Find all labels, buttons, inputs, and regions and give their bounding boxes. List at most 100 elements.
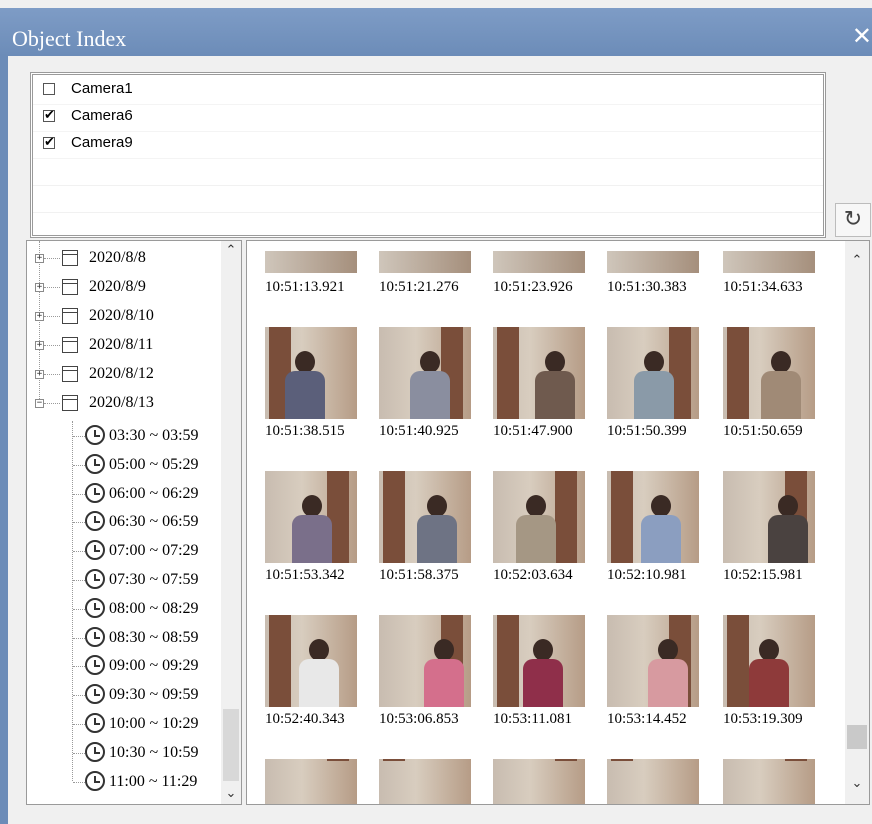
tree-date-node[interactable]: +2020/8/10 — [27, 303, 217, 331]
camera-row[interactable]: ✔ Camera9 — [33, 131, 823, 159]
thumbnail-image[interactable] — [493, 615, 585, 707]
expand-icon[interactable]: + — [35, 341, 44, 350]
person-head — [302, 495, 322, 517]
tree-time-node[interactable]: 06:00 ~ 06:29 — [27, 481, 217, 509]
tree-date-node[interactable]: +2020/8/8 — [27, 245, 217, 273]
tree-time-node[interactable]: 09:00 ~ 09:29 — [27, 653, 217, 681]
expand-icon[interactable]: + — [35, 254, 44, 263]
tree-time-node[interactable]: 07:00 ~ 07:29 — [27, 538, 217, 566]
person-body — [641, 515, 681, 563]
thumbnail-image[interactable] — [265, 471, 357, 563]
thumbnail-timestamp: 10:52:15.981 — [723, 567, 803, 583]
thumbnail-image[interactable] — [493, 471, 585, 563]
tree-time-node[interactable]: 07:30 ~ 07:59 — [27, 567, 217, 595]
date-time-tree[interactable]: ⌃ ⌄ +2020/8/8 +2020/8/9 +2020/8/10 +2020/8/… — [26, 240, 242, 805]
thumbnail-image[interactable] — [265, 615, 357, 707]
grid-scrollbar[interactable]: ⌃ ⌄ — [845, 241, 869, 804]
tree-time-label: 09:00 ~ 09:29 — [109, 657, 199, 675]
person-head — [295, 351, 315, 373]
window-title: Object Index — [12, 26, 127, 51]
tree-time-node[interactable]: 09:30 ~ 09:59 — [27, 682, 217, 710]
thumbnail-image[interactable] — [723, 761, 815, 804]
scroll-up-icon[interactable]: ⌃ — [845, 249, 869, 273]
thumbnail-timestamp: 10:53:19.309 — [723, 711, 803, 727]
tree-time-label: 08:00 ~ 08:29 — [109, 599, 199, 617]
thumbnail-image[interactable] — [493, 327, 585, 419]
tree-connector — [44, 403, 60, 404]
thumbnail-image[interactable] — [379, 251, 471, 273]
tree-time-node[interactable]: 08:30 ~ 08:59 — [27, 625, 217, 653]
thumbnail-grid[interactable]: ⌃ ⌄ 10:51:13.921 10:51:21.276 10:51:23.926… — [246, 240, 870, 805]
refresh-button[interactable]: ↻ — [835, 203, 871, 237]
thumbnail-image[interactable] — [607, 327, 699, 419]
grid-scroll-thumb[interactable] — [847, 725, 867, 749]
person-head — [651, 495, 671, 517]
expand-icon[interactable]: + — [35, 283, 44, 292]
thumbnail-image[interactable] — [379, 615, 471, 707]
thumbnail-image[interactable] — [607, 251, 699, 273]
person-body — [410, 371, 450, 419]
tree-date-node[interactable]: +2020/8/12 — [27, 361, 217, 389]
person-head — [420, 351, 440, 373]
tree-time-node[interactable]: 05:00 ~ 05:29 — [27, 452, 217, 480]
thumbnail-timestamp: 10:52:40.343 — [265, 711, 345, 727]
thumbnail-person — [521, 639, 565, 707]
tree-date-node[interactable]: +2020/8/9 — [27, 274, 217, 302]
tree-connector — [44, 316, 60, 317]
thumbnail-image[interactable] — [379, 471, 471, 563]
tree-scrollbar[interactable]: ⌃ ⌄ — [221, 241, 241, 804]
thumbnail-image[interactable] — [723, 615, 815, 707]
tree-scroll-thumb[interactable] — [223, 709, 239, 781]
tree-connector — [73, 464, 85, 466]
thumbnail-image[interactable] — [607, 615, 699, 707]
camera-row[interactable]: Camera1 — [33, 77, 823, 105]
tree-time-label: 10:30 ~ 10:59 — [109, 743, 199, 761]
expand-icon[interactable]: + — [35, 312, 44, 321]
scroll-down-icon[interactable]: ⌄ — [221, 784, 241, 804]
tree-connector — [73, 752, 85, 754]
thumbnail-image[interactable] — [379, 327, 471, 419]
scroll-up-icon[interactable]: ⌃ — [221, 241, 241, 261]
thumbnail-background — [607, 761, 699, 804]
camera-checkbox[interactable]: ✔ — [43, 136, 55, 149]
thumbnail-image[interactable] — [493, 251, 585, 273]
camera-list[interactable]: Camera1 ✔ Camera6 ✔ Camera9 — [30, 72, 826, 238]
thumbnail-image[interactable] — [607, 761, 699, 804]
camera-checkbox[interactable] — [43, 83, 55, 95]
tree-time-node[interactable]: 11:00 ~ 11:29 — [27, 769, 217, 797]
tree-date-node[interactable]: +2020/8/11 — [27, 332, 217, 360]
thumbnail-door — [611, 471, 633, 563]
thumbnail-image[interactable] — [265, 251, 357, 273]
expand-icon[interactable]: + — [35, 370, 44, 379]
thumbnail-image[interactable] — [723, 327, 815, 419]
thumbnail-image[interactable] — [265, 327, 357, 419]
camera-row[interactable]: ✔ Camera6 — [33, 104, 823, 132]
tree-time-node[interactable]: 10:30 ~ 10:59 — [27, 740, 217, 768]
camera-checkbox[interactable]: ✔ — [43, 109, 55, 122]
thumbnail-image[interactable] — [265, 761, 357, 804]
tree-connector — [73, 608, 85, 610]
tree-connector — [44, 258, 60, 259]
collapse-icon[interactable]: − — [35, 399, 44, 408]
person-body — [523, 659, 563, 707]
thumbnail-image[interactable] — [607, 471, 699, 563]
tree-time-node[interactable]: 08:00 ~ 08:29 — [27, 596, 217, 624]
thumbnail-image[interactable] — [493, 761, 585, 804]
thumbnail-background — [723, 761, 815, 804]
camera-label: Camera6 — [71, 107, 133, 124]
tree-time-node[interactable]: 03:30 ~ 03:59 — [27, 423, 217, 451]
tree-time-label: 06:00 ~ 06:29 — [109, 484, 199, 502]
person-head — [309, 639, 329, 661]
clock-icon — [85, 741, 105, 762]
person-head — [658, 639, 678, 661]
tree-date-node[interactable]: − 2020/8/13 — [27, 390, 217, 418]
clock-icon — [85, 569, 105, 589]
scroll-down-icon[interactable]: ⌄ — [845, 772, 869, 796]
thumbnail-image[interactable] — [723, 251, 815, 273]
close-icon[interactable]: ✕ — [852, 22, 872, 50]
tree-time-node[interactable]: 06:30 ~ 06:59 — [27, 509, 217, 537]
thumbnail-image[interactable] — [379, 761, 471, 804]
tree-connector — [73, 695, 85, 697]
tree-time-node[interactable]: 10:00 ~ 10:29 — [27, 711, 217, 739]
thumbnail-image[interactable] — [723, 471, 815, 563]
